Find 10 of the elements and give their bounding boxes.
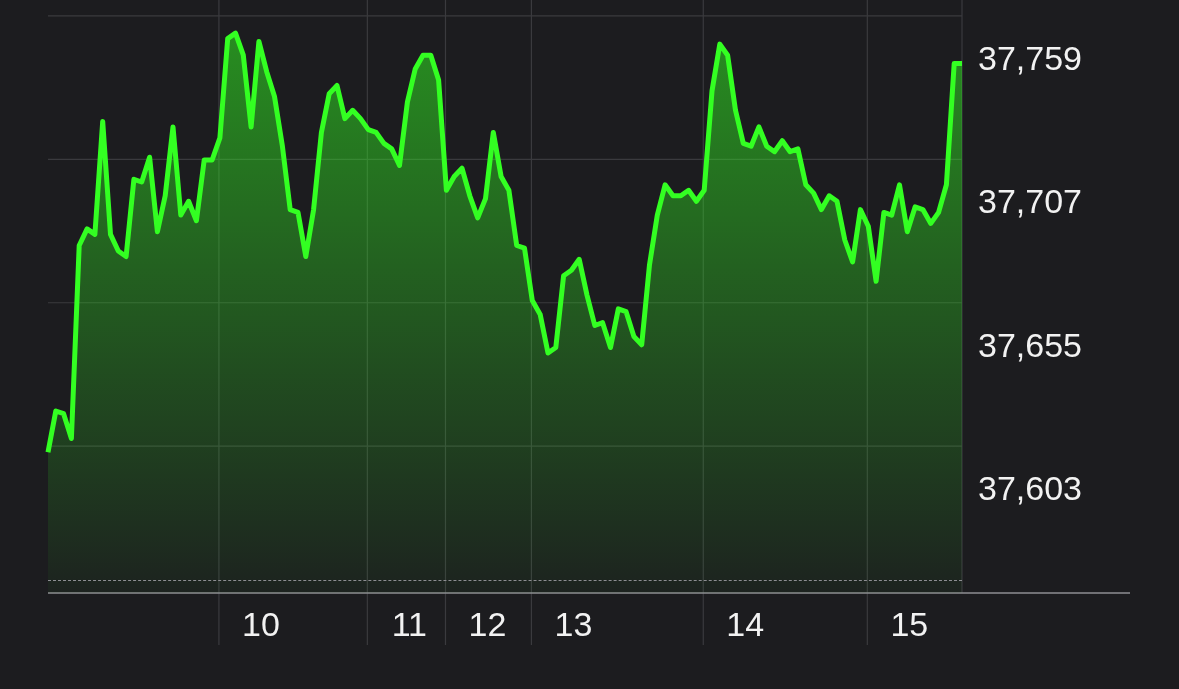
x-axis-label: 15 bbox=[890, 605, 929, 643]
x-axis-label: 12 bbox=[468, 605, 507, 643]
y-axis-label: 37,707 bbox=[978, 182, 1082, 221]
x-axis-label: 14 bbox=[726, 605, 765, 643]
y-axis-label: 37,655 bbox=[978, 325, 1082, 364]
y-axis-label: 37,603 bbox=[978, 469, 1082, 508]
y-axis-label: 37,759 bbox=[978, 38, 1082, 77]
x-axis-label: 13 bbox=[554, 605, 593, 643]
x-axis-label: 10 bbox=[242, 605, 280, 643]
x-axis-label: 11 bbox=[391, 605, 427, 643]
